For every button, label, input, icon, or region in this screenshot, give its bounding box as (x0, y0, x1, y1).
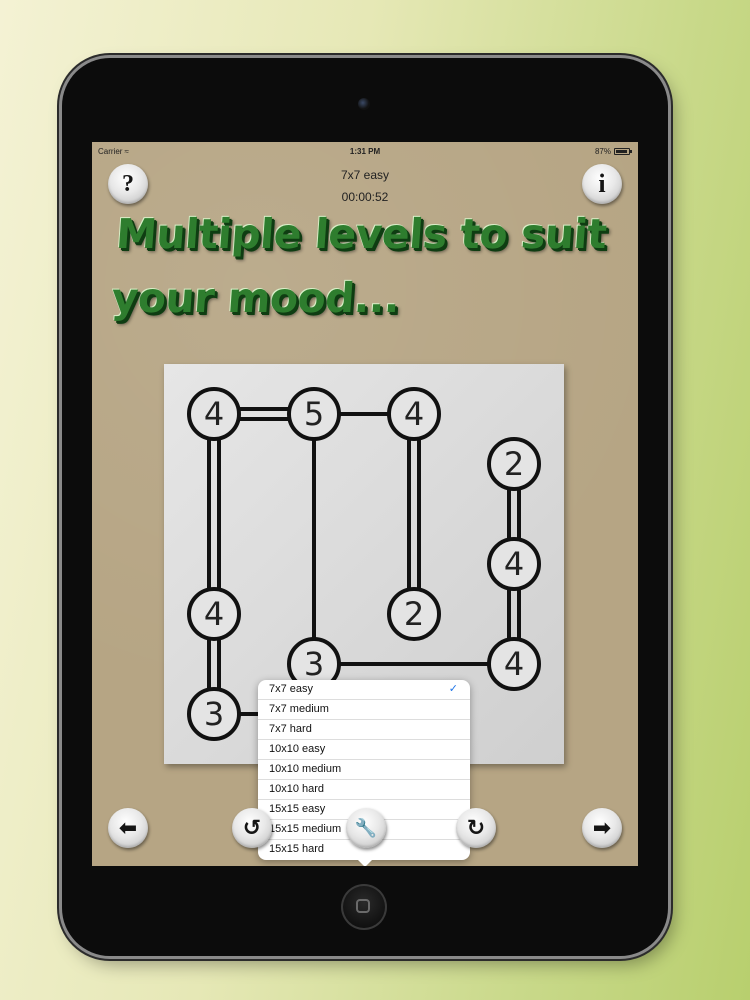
app-screen: Carrier ≈ 1:31 PM 87% 7x7 easy 00:00:52 ?… (92, 142, 638, 866)
island-number: 4 (504, 645, 524, 683)
island-node[interactable]: 4 (487, 537, 541, 591)
island-node[interactable]: 2 (387, 587, 441, 641)
island-node[interactable]: 4 (187, 587, 241, 641)
level-option-label: 15x15 easy (269, 803, 326, 815)
promo-line-2: your mood... (110, 274, 402, 322)
level-option[interactable]: 7x7 medium (258, 700, 470, 720)
island-node[interactable]: 2 (487, 437, 541, 491)
arrow-left-icon: ⬅ (118, 815, 138, 841)
level-option[interactable]: 10x10 easy (258, 740, 470, 760)
level-option-label: 15x15 medium (269, 823, 342, 835)
status-time: 1:31 PM (349, 147, 381, 156)
level-option-label: 7x7 easy (269, 683, 314, 695)
promo-line-1: Multiple levels to suit (114, 210, 609, 258)
undo-button[interactable]: ↺ (232, 808, 272, 848)
help-button[interactable]: ? (108, 164, 148, 204)
island-number: 3 (304, 645, 324, 683)
status-bar: Carrier ≈ 1:31 PM 87% (92, 142, 638, 160)
wrench-icon: 🔧 (354, 817, 378, 839)
island-number: 4 (204, 395, 224, 433)
redo-icon: ↻ (466, 815, 486, 841)
checkmark-icon: ✓ (448, 683, 458, 695)
level-option-label: 15x15 hard (269, 843, 325, 855)
camera-icon (358, 98, 370, 110)
battery-icon (614, 148, 632, 155)
island-node[interactable]: 4 (487, 637, 541, 691)
level-option-label: 10x10 hard (269, 783, 325, 795)
island-number: 4 (404, 395, 424, 433)
level-option-label: 10x10 easy (269, 743, 326, 755)
level-settings-button[interactable]: 🔧 (346, 808, 386, 848)
island-number: 2 (404, 595, 424, 633)
battery-percent: 87% (594, 147, 611, 156)
promo-headline: Multiple levels to suit your mood... (110, 202, 638, 330)
arrow-right-icon: ➡ (592, 815, 612, 841)
level-option[interactable]: 10x10 medium (258, 760, 470, 780)
level-option-label: 10x10 medium (269, 763, 342, 775)
island-node[interactable]: 4 (387, 387, 441, 441)
next-puzzle-button[interactable]: ➡ (582, 808, 622, 848)
island-node[interactable]: 3 (187, 687, 241, 741)
island-node[interactable]: 4 (187, 387, 241, 441)
level-option-label: 7x7 hard (269, 723, 312, 735)
island-number: 4 (504, 545, 524, 583)
island-number: 4 (204, 595, 224, 633)
island-node[interactable]: 5 (287, 387, 341, 441)
level-option[interactable]: 7x7 hard (258, 720, 470, 740)
home-button[interactable] (341, 884, 387, 930)
info-icon: i (598, 169, 606, 198)
info-button[interactable]: i (582, 164, 622, 204)
popover-arrow (356, 858, 374, 866)
question-icon: ? (122, 170, 134, 197)
level-option[interactable]: 7x7 easy ✓ (258, 680, 470, 700)
home-square-icon (356, 899, 370, 913)
status-battery: 87% (594, 147, 632, 156)
redo-button[interactable]: ↻ (456, 808, 496, 848)
level-option-label: 7x7 medium (269, 703, 329, 715)
undo-icon: ↺ (242, 815, 262, 841)
island-number: 3 (204, 695, 224, 733)
island-number: 5 (304, 395, 324, 433)
level-title: 7x7 easy (340, 168, 390, 182)
tablet-frame: Carrier ≈ 1:31 PM 87% 7x7 easy 00:00:52 ?… (62, 58, 668, 956)
previous-puzzle-button[interactable]: ⬅ (108, 808, 148, 848)
level-option[interactable]: 10x10 hard (258, 780, 470, 800)
island-number: 2 (504, 445, 524, 483)
